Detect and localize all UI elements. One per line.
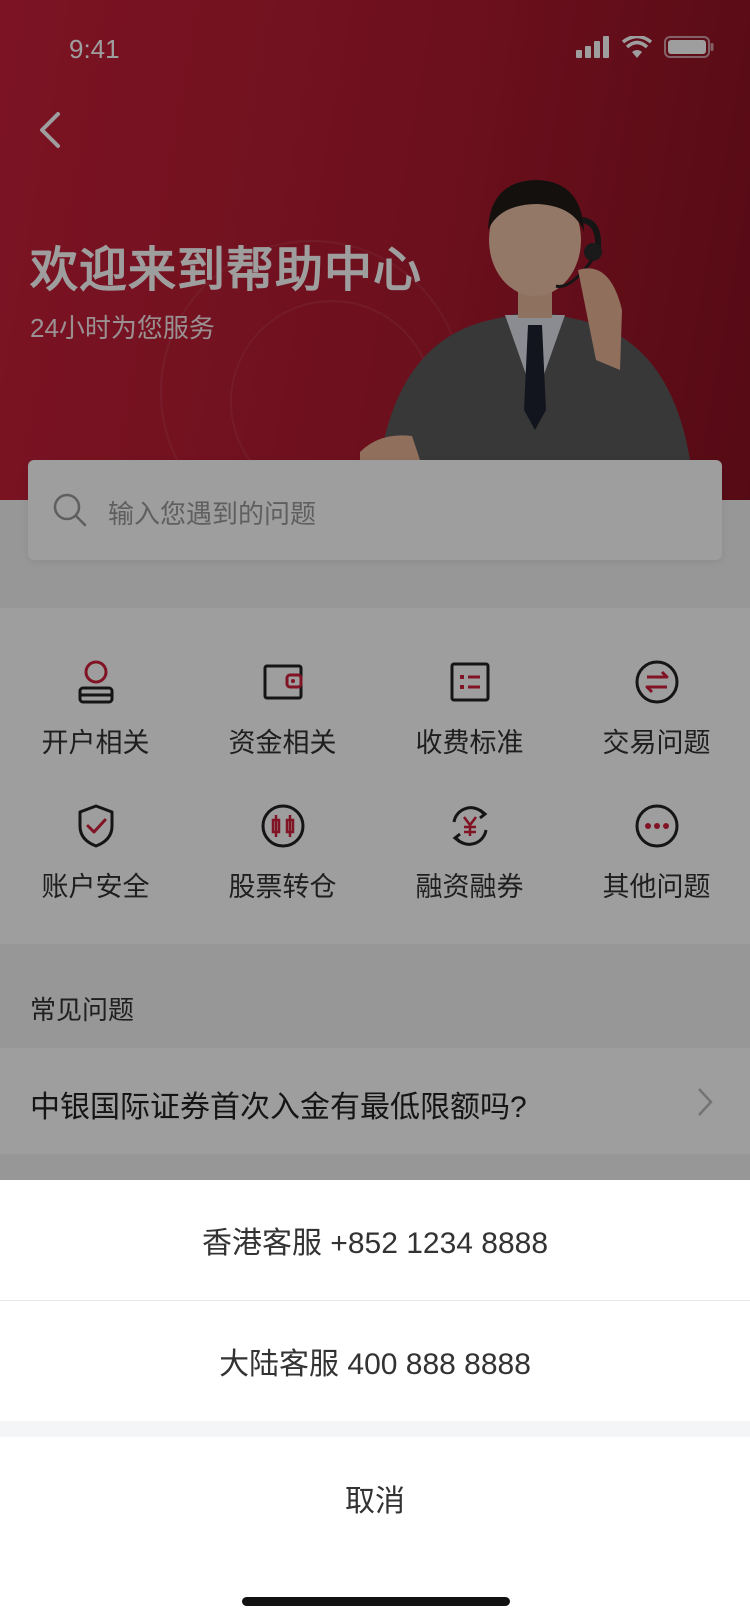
- mainland-service-option[interactable]: 大陆客服 400 888 8888: [0, 1301, 750, 1421]
- home-indicator[interactable]: [242, 1597, 510, 1606]
- cancel-button[interactable]: 取消: [0, 1437, 750, 1559]
- hongkong-service-option[interactable]: 香港客服 +852 1234 8888: [0, 1180, 750, 1300]
- action-sheet: 香港客服 +852 1234 8888 大陆客服 400 888 8888 取消: [0, 1180, 750, 1624]
- divider: [0, 1421, 750, 1437]
